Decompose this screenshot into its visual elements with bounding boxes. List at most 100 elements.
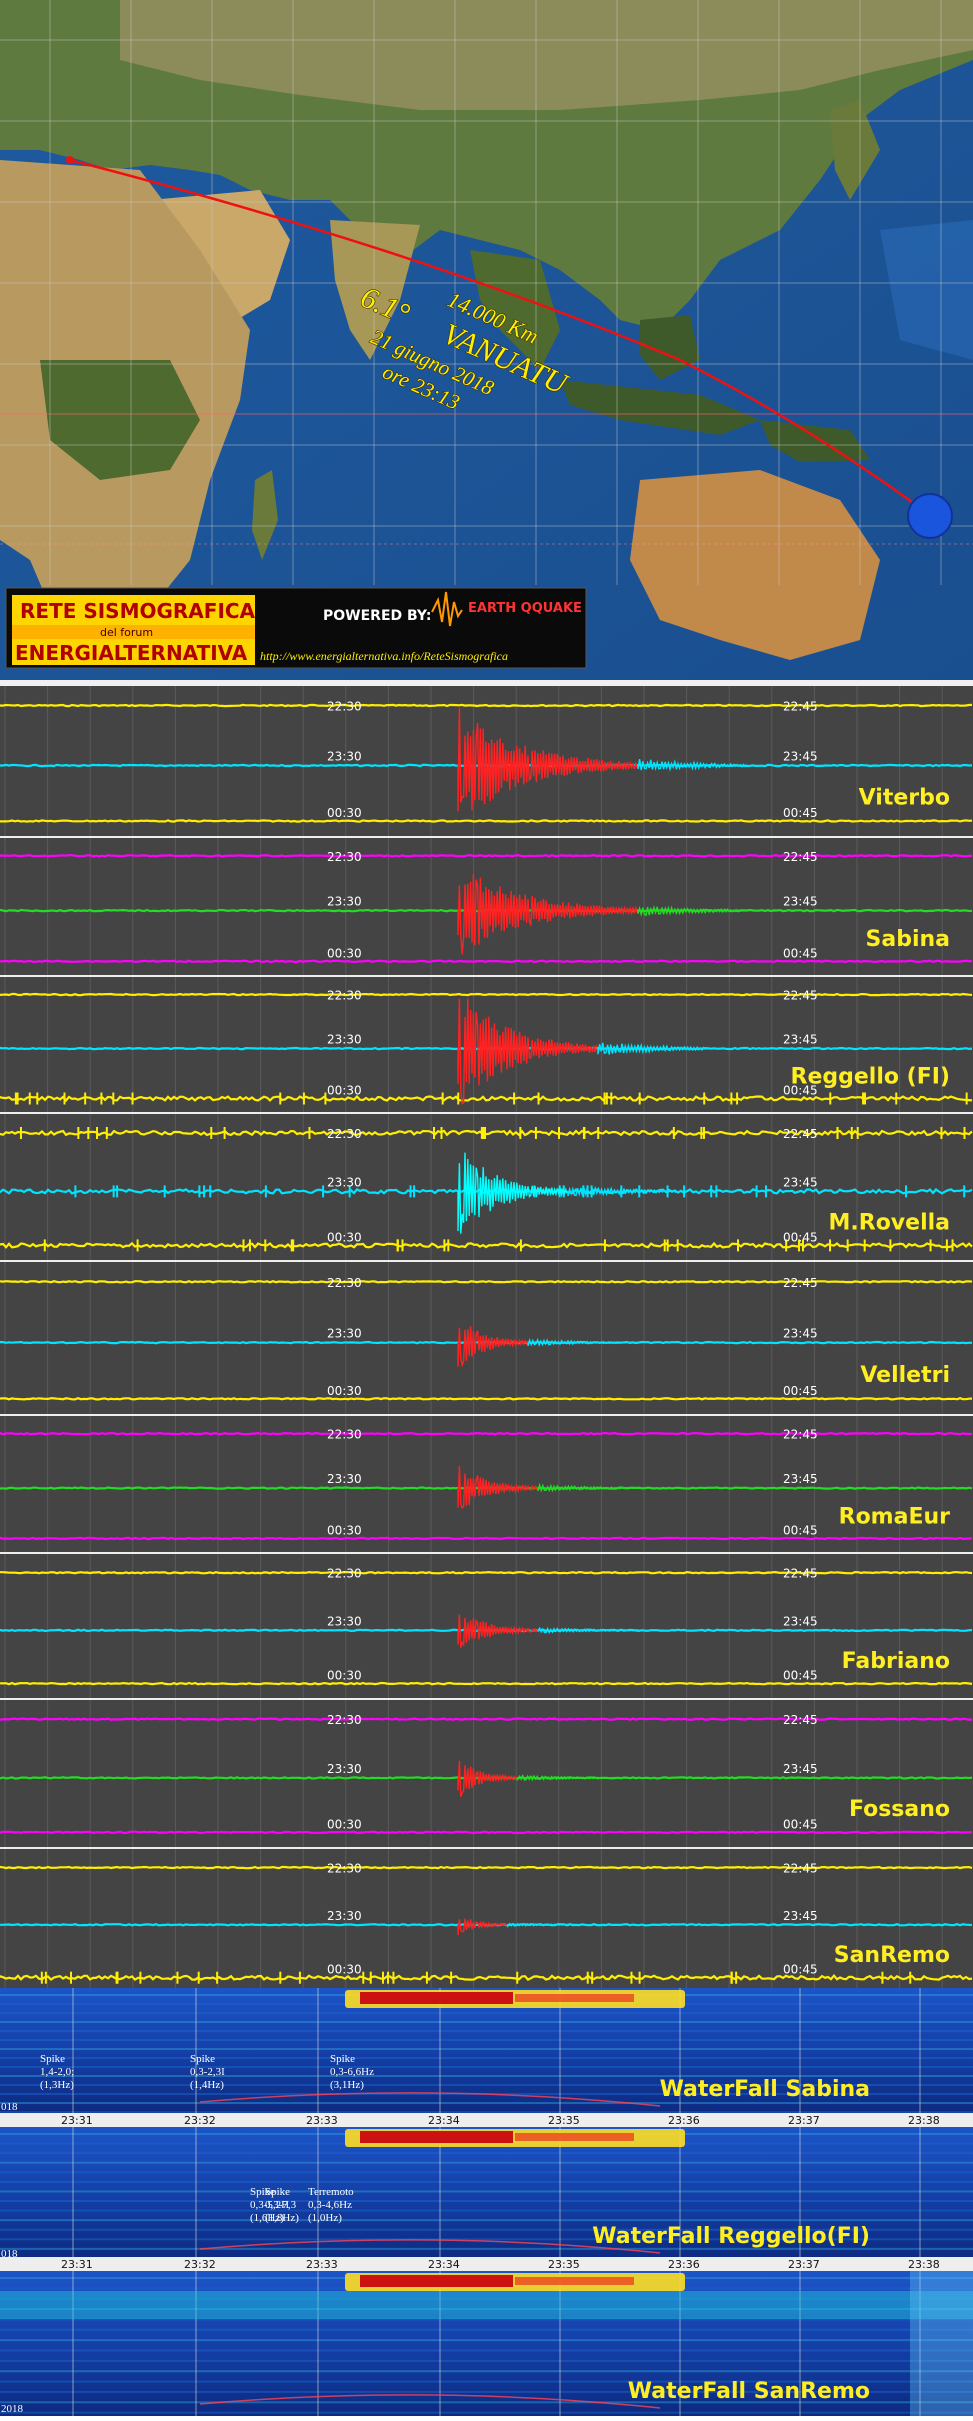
year-stub: 2018 [1, 2403, 24, 2415]
seismogram-panel: 22:30 22:45 23:30 23:45 00:30 00:45 M.Rovella [0, 1114, 973, 1262]
time-label: 23:30 [327, 1762, 362, 1776]
waterfall-title: WaterFall Sabina [660, 2077, 870, 2102]
seismogram-panel: 22:30 22:45 23:30 23:45 00:30 00:45 Viterbo [0, 686, 973, 838]
spike-note: Terremoto [308, 2186, 354, 2198]
spike-note: Spike [40, 2053, 65, 2065]
time-tick: 23:38 [908, 2258, 940, 2271]
station-name: Reggello (FI) [791, 1065, 950, 1090]
time-label: 00:45 [783, 1669, 818, 1683]
banner-title: RETE SISMOGRAFICA [20, 599, 256, 623]
seismic-trace [0, 1431, 973, 1436]
seismogram-panels: 22:30 22:45 23:30 23:45 00:30 00:45 Viterbo 22:… [0, 686, 973, 1994]
seismic-trace [0, 819, 973, 823]
waterfall-panel: 23:31 23:32 23:33 23:34 23:35 23:36 23:37 23:38… [0, 2257, 973, 2416]
time-label: 22:45 [783, 1428, 818, 1442]
time-label: 00:45 [783, 946, 818, 960]
time-label: 22:45 [783, 989, 818, 1003]
station-name: Fabriano [842, 1649, 950, 1674]
time-label: 00:45 [783, 1963, 818, 1977]
spike-note: 0,3-4,6Hz [308, 2199, 352, 2211]
station-name: M.Rovella [829, 1210, 951, 1235]
seismogram-panel: 22:30 22:45 23:30 23:45 00:30 00:45 RomaEur [0, 1416, 973, 1554]
spike-note: (1,3Hz) [40, 2079, 74, 2091]
spike-note: (1,4Hz) [190, 2079, 224, 2091]
time-label: 22:30 [327, 1713, 362, 1727]
time-label: 23:45 [783, 895, 818, 909]
spike-note: 0,3-7,3 [265, 2199, 297, 2211]
station-name: Velletri [860, 1363, 950, 1388]
time-label: 23:30 [327, 1175, 362, 1189]
spike-note: 0,3-6,6Hz [330, 2066, 374, 2078]
time-label: 22:45 [783, 1127, 818, 1141]
seismic-trace [0, 1570, 973, 1575]
time-label: 23:30 [327, 895, 362, 909]
time-tick: 23:35 [548, 2114, 580, 2127]
banner-powered-by: POWERED BY: [323, 608, 431, 624]
seismic-trace [0, 1681, 973, 1686]
time-label: 00:45 [783, 1230, 818, 1244]
time-label: 23:45 [783, 1175, 818, 1189]
network-banner: RETE SISMOGRAFICA del forum ENERGIALTERN… [5, 587, 587, 669]
seismic-trace [0, 1280, 973, 1284]
epicenter-marker [907, 493, 953, 539]
seismic-trace [0, 959, 973, 964]
year-stub: 018 [1, 2101, 18, 2113]
time-label: 00:45 [783, 1817, 818, 1831]
spike-note: 0,3-2,3I [190, 2066, 225, 2078]
time-label: 00:30 [327, 1669, 362, 1683]
time-label: 22:30 [327, 1428, 362, 1442]
seismic-report: 14.000 Km 6.1° VANUATU 21 giugno 2018 or… [0, 0, 973, 2416]
waterfall-panels: Spike1,4-2,0;(1,3Hz)Spike0,3-2,3I(1,4Hz)… [0, 1988, 973, 2416]
seismogram-panel: 22:30 22:45 23:30 23:45 00:30 00:45 SanRemo [0, 1849, 973, 1994]
waterfall-panel: Spike1,4-2,0;(1,3Hz)Spike0,3-2,3I(1,4Hz)… [0, 1988, 973, 2114]
station-name: Viterbo [859, 786, 950, 811]
time-label: 22:30 [327, 1276, 362, 1290]
spike-note: Spike [265, 2186, 290, 2198]
seismogram-panel: 22:30 22:45 23:30 23:45 00:30 00:45 Fossano [0, 1700, 973, 1849]
time-label: 23:45 [783, 1472, 818, 1486]
time-label: 23:45 [783, 750, 818, 764]
time-tick: 23:33 [306, 2258, 338, 2271]
time-tick: 23:36 [668, 2114, 700, 2127]
time-label: 22:45 [783, 1567, 818, 1581]
time-label: 23:45 [783, 1614, 818, 1628]
time-label: 00:30 [327, 1523, 362, 1537]
time-label: 00:30 [327, 1230, 362, 1244]
spike-note: (1,0Hz) [308, 2212, 342, 2224]
time-label: 00:30 [327, 1963, 362, 1977]
seismic-trace [0, 854, 972, 858]
station-name: Fossano [849, 1797, 950, 1822]
spike-note: (3,1Hz) [330, 2079, 364, 2091]
station-name: SanRemo [834, 1943, 950, 1968]
time-label: 22:45 [783, 1276, 818, 1290]
time-label: 22:30 [327, 1862, 362, 1876]
time-label: 22:30 [327, 700, 362, 714]
time-label: 23:30 [327, 750, 362, 764]
time-tick: 23:38 [908, 2114, 940, 2127]
time-label: 23:45 [783, 1327, 818, 1341]
seismogram-panel: 22:30 22:45 23:30 23:45 00:30 00:45 Velletri [0, 1262, 973, 1416]
banner-url[interactable]: http://www.energialternativa.info/ReteSi… [260, 649, 508, 663]
world-map: 14.000 Km 6.1° VANUATU 21 giugno 2018 or… [0, 0, 973, 680]
time-label: 00:30 [327, 1817, 362, 1831]
seismic-trace [0, 1830, 972, 1835]
report-canvas: 14.000 Km 6.1° VANUATU 21 giugno 2018 or… [0, 0, 973, 2416]
time-label: 23:30 [327, 1327, 362, 1341]
time-tick: 23:37 [788, 2258, 820, 2271]
time-label: 22:45 [783, 1862, 818, 1876]
time-label: 00:30 [327, 806, 362, 820]
station-name: Sabina [866, 927, 951, 952]
time-label: 22:45 [783, 850, 818, 864]
time-label: 22:30 [327, 1567, 362, 1581]
time-label: 22:30 [327, 1127, 362, 1141]
seismic-trace [0, 1536, 973, 1541]
banner-logo-text: EARTH QQUAKE [468, 601, 582, 616]
seismogram-panel: 22:30 22:45 23:30 23:45 00:30 00:45 Sabina [0, 838, 973, 977]
time-label: 23:45 [783, 1762, 818, 1776]
time-label: 23:45 [783, 1033, 818, 1047]
waterfall-title: WaterFall SanRemo [628, 2379, 870, 2404]
time-label: 22:45 [783, 700, 818, 714]
spike-note: Spike [190, 2053, 215, 2065]
time-tick: 23:34 [428, 2258, 460, 2271]
time-tick: 23:32 [184, 2258, 216, 2271]
